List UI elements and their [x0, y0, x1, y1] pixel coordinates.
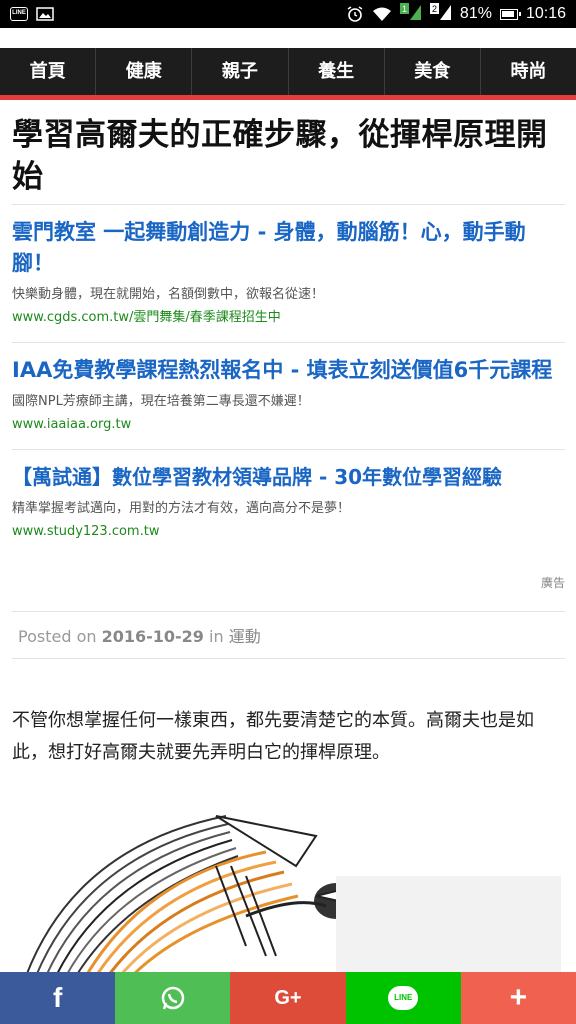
ad-url[interactable]: www.cgds.com.tw/雲門舞集/春季課程招生中: [12, 308, 565, 328]
ad-title-link[interactable]: IAA免費教學課程熱烈報名中 - 填表立刻送價值6千元課程: [12, 355, 565, 386]
google-plus-share-button[interactable]: G+: [230, 972, 346, 1024]
ad-description: 精準掌握考試邁向，用對的方法才有效，邁向高分不是夢！: [12, 501, 351, 516]
svg-text:2: 2: [432, 4, 437, 14]
google-plus-icon: G+: [274, 986, 302, 1009]
line-icon: LINE: [388, 986, 419, 1010]
alarm-icon: [347, 6, 363, 22]
ad-title-link[interactable]: 雲門教室 一起舞動創造力 - 身體，動腦筋！心，動手動腳！: [12, 217, 565, 279]
battery-icon: [499, 8, 521, 20]
ad-description: 國際NPL芳療師主講，現在培養第二專長還不嫌遲！: [12, 394, 310, 409]
wifi-icon: [372, 7, 391, 21]
article-title: 學習高爾夫的正確步驟，從揮桿原理開始: [12, 117, 548, 195]
facebook-icon: f: [52, 982, 63, 1013]
line-share-button[interactable]: LINE: [345, 972, 461, 1024]
ad-label: 廣告: [540, 576, 565, 590]
more-share-button[interactable]: +: [460, 972, 576, 1024]
svg-text:1: 1: [402, 4, 407, 14]
post-date[interactable]: 2016-10-29: [102, 627, 204, 646]
ad-item[interactable]: 雲門教室 一起舞動創造力 - 身體，動腦筋！心，動手動腳！ 快樂動身體，現在就開…: [12, 205, 565, 343]
post-meta: Posted on 2016-10-29 in 運動: [12, 611, 565, 659]
ad-url[interactable]: www.iaaiaa.org.tw: [12, 415, 565, 435]
posted-on-label: Posted on: [18, 627, 97, 646]
line-app-icon: LINE: [10, 7, 28, 21]
ad-item[interactable]: IAA免費教學課程熱烈報名中 - 填表立刻送價值6千元課程 國際NPL芳療師主講…: [12, 343, 565, 450]
nav-item-home[interactable]: 首頁: [0, 48, 97, 95]
share-bar: f G+ LINE +: [0, 972, 576, 1024]
plus-icon: +: [509, 981, 528, 1014]
article-content: 學習高爾夫的正確步驟，從揮桿原理開始 雲門教室 一起舞動創造力 - 身體，動腦筋…: [12, 114, 565, 769]
status-bar: LINE 1 2 81% 10:16: [0, 0, 576, 28]
nav-item-food[interactable]: 美食: [385, 48, 481, 95]
nav-item-wellness[interactable]: 養生: [289, 48, 385, 95]
nav-item-health[interactable]: 健康: [96, 48, 193, 95]
battery-percent: 81%: [459, 5, 492, 22]
article-illustration: [16, 806, 561, 976]
whatsapp-icon: [161, 986, 185, 1010]
nav-item-fashion[interactable]: 時尚: [481, 48, 576, 95]
ad-title-link[interactable]: 【萬試通】數位學習教材領導品牌 - 30年數位學習經驗: [12, 462, 565, 493]
gallery-icon: [36, 7, 54, 21]
post-category-link[interactable]: 運動: [229, 627, 261, 646]
article-body: 不管你想掌握任何一樣東西，都先要清楚它的本質。高爾夫也是如此，想打好高爾夫就要先…: [12, 710, 534, 763]
ad-description: 快樂動身體，現在就開始，名額倒數中，欲報名從速！: [12, 287, 325, 302]
clock: 10:16: [525, 5, 566, 22]
signal-2-icon: 2: [429, 2, 452, 26]
in-label: in: [209, 627, 224, 646]
signal-1-icon: 1: [399, 2, 422, 26]
top-nav: 首頁 健康 親子 養生 美食 時尚: [0, 48, 576, 100]
nav-item-parenting[interactable]: 親子: [192, 48, 289, 95]
whatsapp-share-button[interactable]: [115, 972, 231, 1024]
ad-item[interactable]: 【萬試通】數位學習教材領導品牌 - 30年數位學習經驗 精準掌握考試邁向，用對的…: [12, 450, 565, 556]
ad-url[interactable]: www.study123.com.tw: [12, 522, 565, 542]
facebook-share-button[interactable]: f: [0, 972, 116, 1024]
